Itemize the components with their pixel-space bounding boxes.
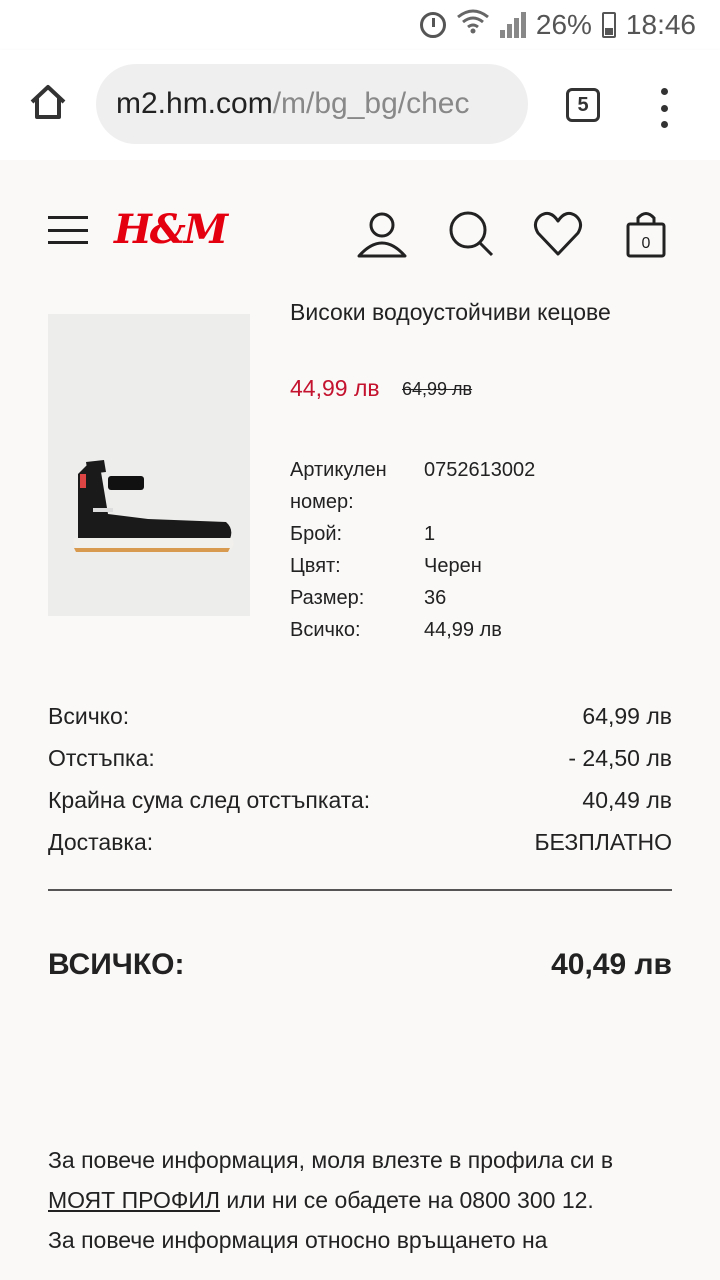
bag-count: 0 [642,235,651,252]
summary-value: - 24,50 лв [568,745,672,771]
detail-value: 1 [424,523,436,545]
battery-percent: 26% [535,8,592,40]
tab-switcher-button[interactable]: 5 [566,88,600,122]
detail-value: 44,99 лв [424,619,502,641]
detail-row: Размер: 36 [290,582,535,614]
summary-value: БЕЗПЛАТНО [534,829,672,855]
detail-label: Размер: [290,587,365,609]
battery-icon [601,11,616,38]
summary-label: Всичко: [48,703,130,729]
original-price: 64,99 лв [402,379,473,399]
hm-logo[interactable]: H&M [114,206,228,253]
detail-row: Артикулен номер: 0752613002 [290,454,535,518]
favorites-heart-icon[interactable] [532,208,584,260]
grand-total: ВСИЧКО: 40,49 лв [48,948,672,982]
shopping-bag-icon[interactable]: 0 [622,208,674,260]
site-header: H&M 0 [0,160,720,300]
browser-toolbar: m2.hm.com/m/bg_bg/chec 5 [0,50,720,160]
info-text: За повече информация, моля влезте в проф… [48,1140,672,1260]
wifi-icon [456,8,490,41]
alarm-icon [419,11,446,38]
my-profile-link[interactable]: МОЯТ ПРОФИЛ [48,1187,220,1213]
url-bar[interactable]: m2.hm.com/m/bg_bg/chec [96,64,528,144]
order-summary: Всичко: 64,99 лв Отстъпка: - 24,50 лв Кр… [48,698,672,866]
summary-value: 64,99 лв [582,703,672,729]
url-path: /m/bg_bg/chec [272,87,470,120]
summary-row: Доставка: БЕЗПЛАТНО [48,824,672,866]
url-host: m2.hm.com [116,87,273,120]
summary-row: Отстъпка: - 24,50 лв [48,740,672,782]
detail-label: Всичко: [290,619,361,641]
sneaker-illustration [73,460,234,552]
product-details: Артикулен номер: 0752613002 Брой: 1 Цвят… [290,454,535,646]
home-icon[interactable] [28,82,68,122]
grand-total-value: 40,49 лв [551,948,672,981]
grand-total-label: ВСИЧКО: [48,948,185,981]
info-text-before: За повече информация, моля влезте в проф… [48,1147,614,1173]
summary-label: Доставка: [48,829,154,855]
account-icon[interactable] [356,208,408,260]
detail-label: Цвят: [290,555,341,577]
product-image[interactable] [48,314,250,616]
detail-row: Цвят: Черен [290,550,535,582]
summary-divider [48,889,672,891]
summary-value: 40,49 лв [582,787,672,813]
hamburger-menu-icon[interactable] [48,216,88,244]
detail-value: 0752613002 [424,459,536,481]
clock: 18:46 [625,8,696,40]
detail-value: Черен [424,555,482,577]
detail-label: Артикулен номер: [290,459,387,513]
product-title[interactable]: Високи водоустойчиви кецове [290,292,690,333]
summary-label: Крайна сума след отстъпката: [48,787,371,813]
info-text-cut: За повече информация относно връщането н… [48,1227,548,1253]
info-text-after: или ни се обадете на 0800 300 12. [219,1187,594,1213]
detail-row: Всичко: 44,99 лв [290,614,535,646]
summary-row: Крайна сума след отстъпката: 40,49 лв [48,782,672,824]
summary-row: Всичко: 64,99 лв [48,698,672,740]
search-icon[interactable] [446,208,498,260]
status-bar: 26% 18:46 [0,0,720,50]
detail-label: Брой: [290,523,343,545]
summary-label: Отстъпка: [48,745,155,771]
signal-icon [499,11,526,38]
overflow-menu-icon[interactable] [656,88,672,128]
sale-price: 44,99 лв [290,375,380,401]
detail-row: Брой: 1 [290,518,535,550]
detail-value: 36 [424,587,447,609]
